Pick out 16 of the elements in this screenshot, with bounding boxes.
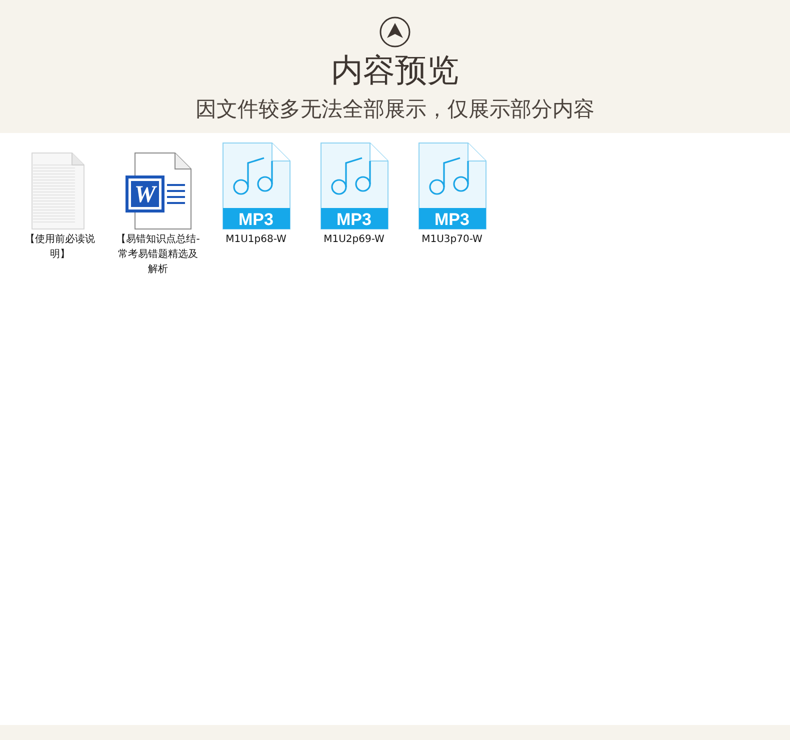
- preview-title: 内容预览: [331, 50, 459, 90]
- scroll-up-icon[interactable]: [379, 16, 411, 48]
- file-name[interactable]: 【使用前必读说明】: [16, 232, 104, 262]
- file-type-label: MP3: [434, 210, 470, 229]
- music-file-icon: [222, 142, 290, 230]
- music-file-icon: [418, 142, 486, 230]
- file-type-label: MP3: [238, 210, 274, 229]
- word-logo-letter: W: [134, 182, 156, 208]
- file-name[interactable]: M1U2p69-W: [324, 232, 384, 247]
- file-type-label: MP3: [336, 210, 372, 229]
- preview-subtitle: 因文件较多无法全部展示，仅展示部分内容: [196, 96, 594, 123]
- music-file-icon: [320, 142, 388, 230]
- file-name[interactable]: 【易错知识点总结-常考易错题精选及解析: [114, 232, 202, 277]
- word-document-icon: [126, 152, 192, 230]
- file-name[interactable]: M1U1p68-W: [226, 232, 286, 247]
- file-name[interactable]: M1U3p70-W: [422, 232, 482, 247]
